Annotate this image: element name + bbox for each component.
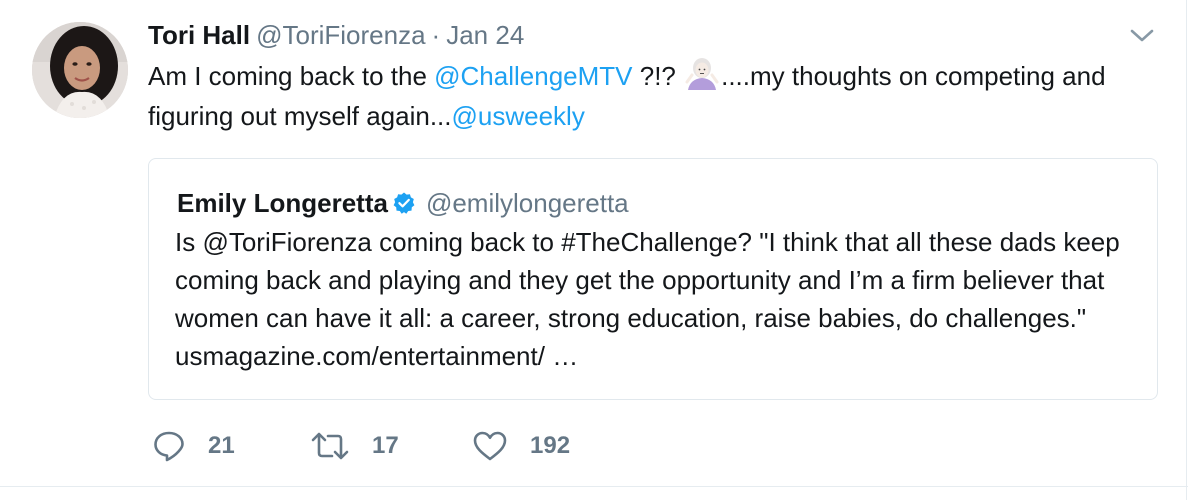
tweet-text-part: Am I coming back to the <box>148 61 435 91</box>
reply-count: 21 <box>208 432 235 459</box>
like-count: 192 <box>530 432 571 459</box>
quoted-tweet[interactable]: Emily Longeretta @emilylongeretta Is @To… <box>148 158 1158 400</box>
verified-badge-icon <box>392 188 416 214</box>
author-handle[interactable]: @ToriFiorenza <box>256 20 425 50</box>
chevron-down-icon[interactable] <box>1128 26 1156 46</box>
right-border <box>1186 0 1187 500</box>
bottom-divider <box>0 486 1188 487</box>
retweet-count: 17 <box>372 432 399 459</box>
quoted-author-handle: @emilylongeretta <box>425 188 629 218</box>
reply-icon <box>152 429 186 463</box>
woman-shrugging-emoji-icon <box>685 57 719 91</box>
tweet-text-part: ?!? <box>632 61 684 91</box>
avatar[interactable] <box>32 22 128 118</box>
author-name[interactable]: Tori Hall <box>148 20 250 50</box>
quoted-tweet-text: Is @ToriFiorenza coming back to #TheChal… <box>175 227 1120 371</box>
mention-link[interactable]: @usweekly <box>452 101 585 131</box>
tweet[interactable]: Tori Hall @ToriFiorenza · Jan 24 Am I comin… <box>0 0 1188 500</box>
retweet-button[interactable]: 17 <box>310 426 399 466</box>
tweet-text: Am I coming back to the @ChallengeMTV ?!… <box>148 56 1158 136</box>
tweet-date[interactable]: Jan 24 <box>446 20 524 50</box>
quoted-author-name: Emily Longeretta <box>177 188 388 218</box>
mention-link[interactable]: @ChallengeMTV <box>434 61 632 91</box>
quoted-tweet-header: Emily Longeretta @emilylongeretta <box>177 185 629 221</box>
retweet-icon <box>310 429 350 463</box>
reply-button[interactable]: 21 <box>152 426 235 466</box>
header-separator: · <box>431 20 441 50</box>
like-button[interactable]: 192 <box>472 426 570 466</box>
heart-icon <box>472 429 508 463</box>
tweet-header: Tori Hall @ToriFiorenza · Jan 24 <box>148 18 524 52</box>
